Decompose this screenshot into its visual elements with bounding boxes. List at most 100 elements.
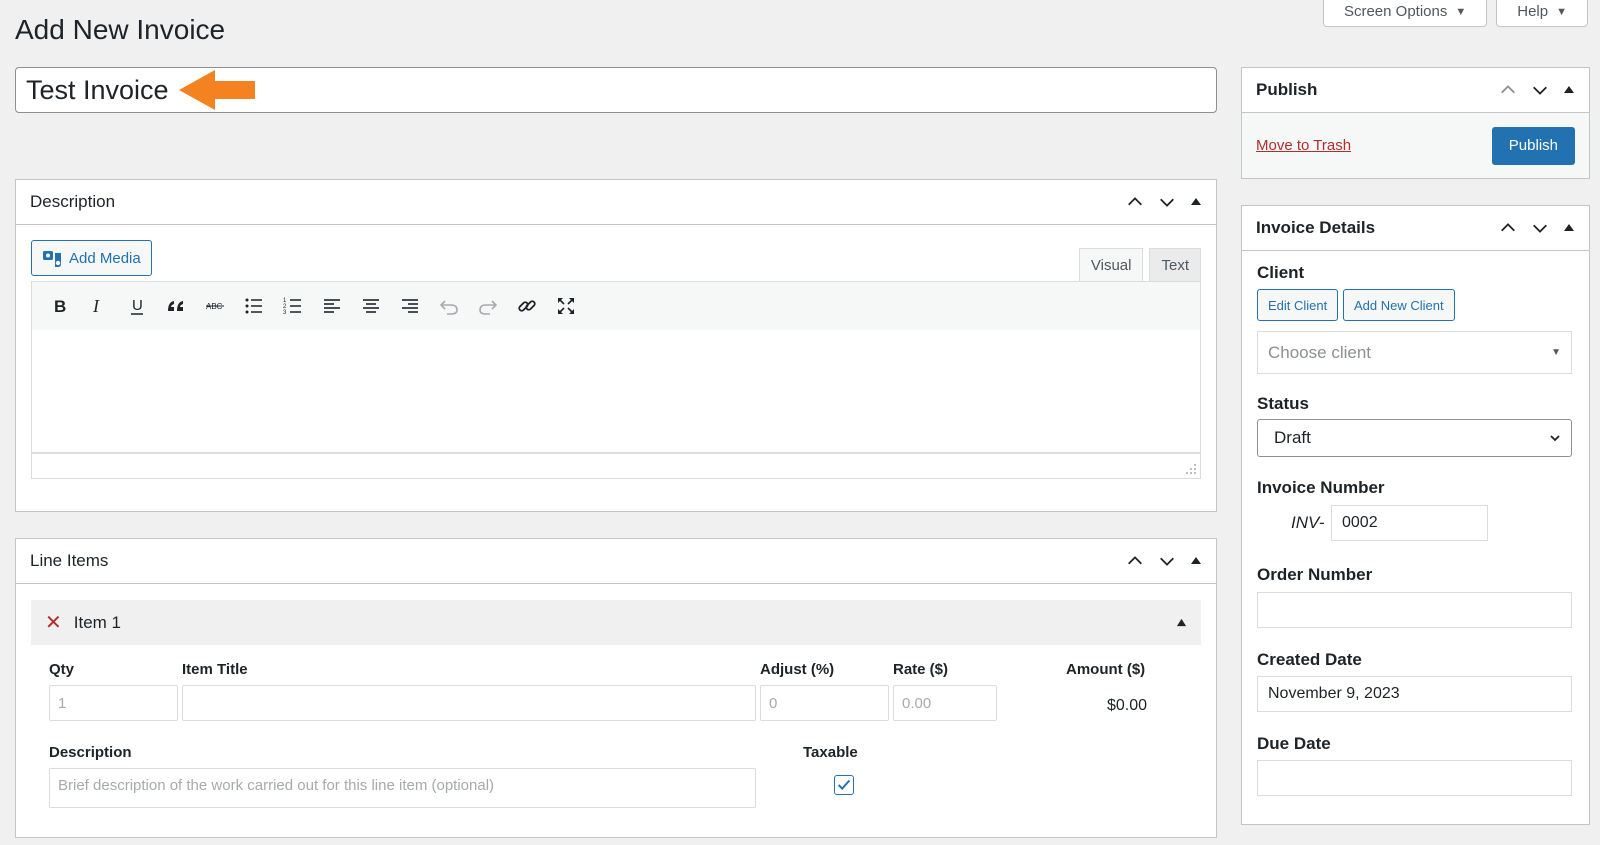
publish-actions: Move to Trash Publish — [1242, 113, 1589, 178]
description-postbox-title: Description — [30, 192, 116, 211]
add-media-button[interactable]: Add Media — [31, 240, 152, 276]
screen-options-label: Screen Options — [1343, 3, 1448, 20]
qty-input[interactable]: 1 — [49, 685, 178, 721]
move-up-icon[interactable] — [1126, 193, 1144, 211]
align-center-icon[interactable] — [354, 290, 387, 323]
status-select[interactable]: Draft — [1257, 419, 1572, 457]
undo-icon[interactable] — [432, 290, 465, 323]
move-down-icon[interactable] — [1158, 193, 1176, 211]
invoice-details-title: Invoice Details — [1256, 218, 1376, 237]
adjust-label: Adjust (%) — [760, 661, 835, 678]
line-item-label: Item 1 — [73, 612, 122, 632]
resize-handle-icon[interactable] — [1185, 463, 1197, 475]
item-description-input[interactable]: Brief description of the work carried ou… — [49, 768, 756, 808]
blockquote-icon[interactable] — [159, 290, 192, 323]
rate-label: Rate ($) — [893, 661, 949, 678]
taxable-checkbox[interactable] — [834, 775, 854, 795]
checkmark-icon — [837, 779, 851, 791]
toggle-panel-icon[interactable] — [1563, 84, 1575, 96]
order-number-label: Order Number — [1257, 565, 1373, 584]
editor-toolbar: B I U ABC 123 — [31, 281, 1201, 331]
amount-value: $0.00 — [1107, 697, 1148, 714]
svg-text:I: I — [92, 296, 100, 316]
due-date-input[interactable] — [1257, 760, 1572, 796]
help-button[interactable]: Help ▼ — [1496, 0, 1588, 27]
page-title: Add New Invoice — [15, 14, 226, 45]
numbered-list-icon[interactable]: 123 — [276, 290, 309, 323]
bullet-list-icon[interactable] — [237, 290, 270, 323]
align-left-icon[interactable] — [315, 290, 348, 323]
item-title-label: Item Title — [182, 661, 248, 678]
rate-input[interactable]: 0.00 — [893, 685, 997, 721]
toggle-panel-icon[interactable] — [1190, 555, 1202, 567]
bold-icon[interactable]: B — [42, 290, 75, 323]
orange-arrow-icon — [178, 70, 255, 110]
line-item-title: ✕ Item 1 — [45, 613, 121, 633]
editor-statusbar — [31, 453, 1201, 479]
edit-client-button[interactable]: Edit Client — [1257, 289, 1339, 321]
amount-label: Amount ($) — [1066, 661, 1146, 678]
adjust-input[interactable]: 0 — [760, 685, 889, 721]
line-item-body: Qty Item Title Adjust (%) Rate ($) Amoun… — [31, 645, 1201, 845]
screen-options-button[interactable]: Screen Options ▼ — [1322, 0, 1488, 27]
line-items-postbox: Line Items ✕ Item 1 Qty Item Title Adjus… — [15, 538, 1217, 838]
publish-postbox: Publish Move to Trash Publish — [1241, 67, 1590, 179]
item-title-input[interactable] — [182, 685, 756, 721]
caret-down-icon: ▼ — [1455, 5, 1467, 18]
remove-item-icon[interactable]: ✕ — [45, 613, 62, 633]
help-label: Help — [1517, 3, 1549, 20]
move-down-icon[interactable] — [1531, 81, 1549, 99]
handle-actions — [1499, 219, 1575, 237]
description-editor[interactable] — [31, 330, 1201, 453]
chevron-down-icon — [1550, 435, 1560, 442]
order-number-input[interactable] — [1257, 592, 1572, 628]
link-icon[interactable] — [510, 290, 543, 323]
invoice-title-value: Test Invoice — [26, 74, 169, 105]
tab-visual[interactable]: Visual — [1078, 248, 1144, 281]
publish-button[interactable]: Publish — [1491, 126, 1575, 165]
underline-icon[interactable]: U — [120, 290, 153, 323]
status-select-value: Draft — [1274, 428, 1311, 447]
publish-postbox-title: Publish — [1256, 80, 1318, 99]
description-postbox: Description Add Media Visual Text B I U … — [15, 179, 1217, 512]
created-date-label: Created Date — [1257, 650, 1362, 669]
handle-actions — [1126, 552, 1202, 570]
move-up-icon[interactable] — [1126, 552, 1144, 570]
move-down-icon[interactable] — [1531, 219, 1549, 237]
item-description-label: Description — [49, 744, 132, 761]
svg-text:3: 3 — [283, 310, 287, 316]
move-down-icon[interactable] — [1158, 552, 1176, 570]
line-items-postbox-header: Line Items — [16, 539, 1216, 584]
italic-icon[interactable]: I — [81, 290, 114, 323]
add-new-client-button[interactable]: Add New Client — [1343, 289, 1455, 321]
toggle-panel-icon[interactable] — [1563, 222, 1575, 234]
qty-label: Qty — [49, 661, 75, 678]
svg-text:U: U — [132, 297, 143, 314]
client-select[interactable]: Choose client ▼ — [1257, 331, 1572, 374]
move-to-trash-link[interactable]: Move to Trash — [1256, 137, 1351, 154]
invoice-title-input[interactable]: Test Invoice — [15, 67, 1217, 113]
invoice-details-postbox-header: Invoice Details — [1242, 206, 1589, 251]
redo-icon[interactable] — [471, 290, 504, 323]
fullscreen-icon[interactable] — [549, 290, 582, 323]
toggle-panel-icon[interactable] — [1190, 196, 1202, 208]
invoice-number-label: Invoice Number — [1257, 478, 1385, 497]
handle-actions — [1499, 81, 1575, 99]
invoice-number-input[interactable]: 0002 — [1331, 505, 1488, 541]
taxable-label: Taxable — [803, 744, 858, 761]
status-label: Status — [1257, 394, 1309, 413]
editor-tabs: Visual Text — [1078, 248, 1201, 281]
move-up-icon[interactable] — [1499, 219, 1517, 237]
move-up-icon[interactable] — [1499, 81, 1517, 99]
collapse-item-icon[interactable] — [1176, 617, 1187, 628]
created-date-input[interactable]: November 9, 2023 — [1257, 676, 1572, 712]
strikethrough-icon[interactable]: ABC — [198, 290, 231, 323]
caret-down-icon: ▼ — [1551, 347, 1561, 358]
align-right-icon[interactable] — [393, 290, 426, 323]
publish-postbox-header: Publish — [1242, 68, 1589, 113]
caret-down-icon: ▼ — [1556, 5, 1567, 18]
add-media-icon — [43, 251, 61, 267]
tab-text[interactable]: Text — [1149, 248, 1201, 281]
line-item-header: ✕ Item 1 — [31, 600, 1201, 645]
line-items-postbox-title: Line Items — [30, 551, 109, 570]
